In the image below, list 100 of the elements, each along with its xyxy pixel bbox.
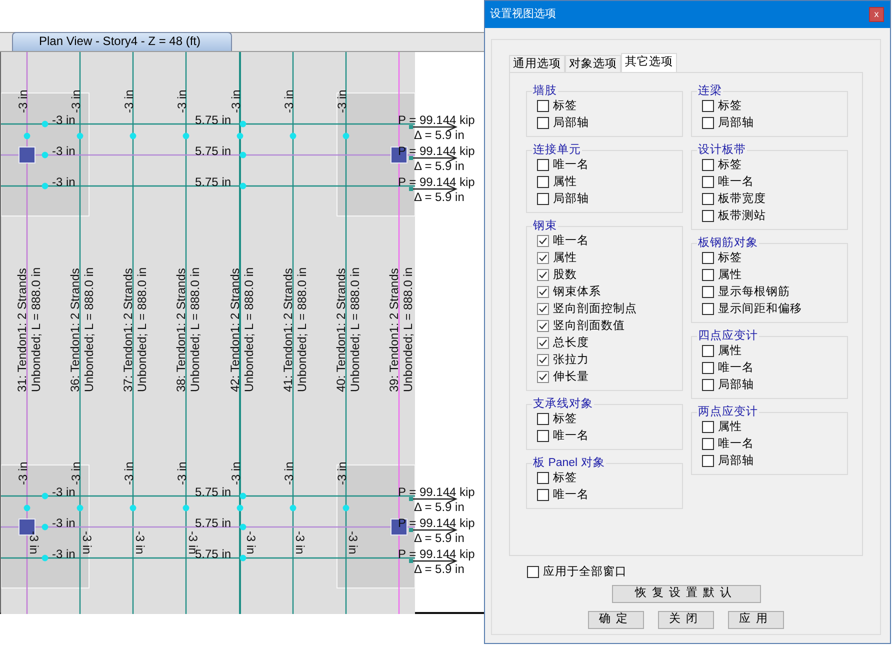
checkbox[interactable] — [537, 235, 549, 248]
checkbox[interactable] — [537, 117, 549, 130]
checkbox[interactable] — [702, 438, 714, 450]
checkbox-label[interactable]: 唯一名 — [718, 360, 754, 378]
checkbox-label[interactable]: 局部轴 — [718, 376, 754, 394]
group-title: 钢束 — [532, 220, 558, 233]
checkbox-label[interactable]: 唯一名 — [553, 156, 589, 174]
tab[interactable]: 其它选项 — [621, 52, 677, 72]
checkbox-label[interactable]: 标签 — [553, 98, 577, 116]
checkbox[interactable] — [702, 421, 714, 434]
checkbox-label[interactable]: 应用于全部窗口 — [543, 564, 627, 582]
node-marker — [342, 132, 350, 140]
checkbox[interactable] — [537, 159, 549, 172]
checkbox[interactable] — [702, 455, 714, 468]
checkbox[interactable] — [537, 430, 549, 442]
checkbox[interactable] — [537, 100, 549, 112]
offset-label: -3 in — [16, 90, 30, 113]
checkbox-label[interactable]: 属性 — [718, 342, 742, 360]
checkbox-label[interactable]: 竖向剖面控制点 — [553, 300, 637, 318]
checkbox[interactable] — [537, 269, 549, 282]
tendon-label: Unbonded; L = 888.0 in — [82, 267, 96, 392]
checkbox-label[interactable]: 总长度 — [553, 334, 589, 352]
checkbox[interactable] — [537, 320, 549, 332]
checkbox-label[interactable]: 显示间距和偏移 — [718, 300, 802, 318]
checkbox-label[interactable]: 属性 — [718, 266, 742, 284]
node-marker — [240, 524, 246, 530]
checkbox-label[interactable]: 局部轴 — [553, 114, 589, 132]
offset-label: -3 in — [282, 90, 296, 113]
checkbox-label[interactable]: 标签 — [718, 250, 742, 268]
checkbox-label[interactable]: 标签 — [553, 410, 577, 428]
checkbox-label[interactable]: 竖向剖面数值 — [553, 318, 625, 336]
checkbox-label[interactable]: 属性 — [718, 418, 742, 436]
offset-label: -3 in — [346, 531, 360, 554]
tab[interactable]: 通用选项 — [509, 54, 565, 72]
checkbox[interactable] — [537, 252, 549, 264]
checkbox[interactable] — [702, 117, 714, 130]
offset-label: -3 in — [335, 462, 349, 485]
checkbox-label[interactable]: 张拉力 — [553, 352, 589, 370]
checkbox-label[interactable]: 股数 — [553, 266, 577, 284]
dialog-button[interactable]: 应用 — [728, 610, 784, 629]
checkbox[interactable] — [537, 193, 549, 206]
view-tab[interactable]: Plan View - Story4 - Z = 48 (ft) — [12, 32, 232, 51]
group-title: 板 Panel 对象 — [532, 456, 606, 470]
checkbox-label[interactable]: 标签 — [718, 156, 742, 174]
checkbox[interactable] — [537, 303, 549, 316]
checkbox[interactable] — [702, 303, 714, 316]
checkbox-label[interactable]: 唯一名 — [553, 428, 589, 446]
dialog-button[interactable]: 关闭 — [658, 610, 714, 629]
checkbox-label[interactable]: 标签 — [553, 470, 577, 488]
checkbox-label[interactable]: 属性 — [553, 250, 577, 268]
group-title: 支承线对象 — [532, 398, 594, 411]
checkbox[interactable] — [537, 472, 549, 484]
checkbox[interactable] — [702, 252, 714, 264]
checkbox-label[interactable]: 唯一名 — [553, 232, 589, 250]
checkbox[interactable] — [702, 379, 714, 392]
checkbox-label[interactable]: 局部轴 — [718, 452, 754, 470]
checkbox-label[interactable]: 钢束体系 — [553, 284, 601, 302]
offset-label: -3 in — [133, 531, 147, 554]
checkbox[interactable] — [702, 286, 714, 298]
checkbox[interactable] — [702, 362, 714, 374]
checkbox-label[interactable]: 标签 — [718, 98, 742, 116]
reset-defaults-button[interactable]: 恢复设置默认 — [612, 584, 760, 603]
checkbox[interactable] — [537, 337, 549, 350]
group-title: 两点应变计 — [697, 406, 759, 419]
checkbox-label[interactable]: 板带宽度 — [718, 190, 766, 208]
checkbox[interactable] — [702, 193, 714, 206]
checkbox-label[interactable]: 局部轴 — [553, 190, 589, 208]
force-label: P = 99.144 kip — [398, 547, 475, 561]
offset-label: -3 in — [52, 547, 76, 561]
checkbox[interactable] — [537, 176, 549, 188]
checkbox[interactable] — [537, 371, 549, 384]
checkbox-label[interactable]: 属性 — [553, 174, 577, 192]
tab[interactable]: 对象选项 — [565, 54, 621, 72]
checkbox[interactable] — [702, 269, 714, 282]
checkbox[interactable] — [702, 210, 714, 222]
checkbox[interactable] — [702, 345, 714, 358]
checkbox-label[interactable]: 伸长量 — [553, 368, 589, 386]
checkbox-label[interactable]: 局部轴 — [718, 114, 754, 132]
tendon-label: 38: Tendon1: 2 Strands — [174, 268, 188, 392]
dialog-button[interactable]: 确定 — [588, 610, 644, 629]
checkbox[interactable] — [537, 354, 549, 366]
checkbox[interactable] — [527, 566, 539, 578]
tendon-label: Unbonded; L = 888.0 in — [29, 267, 43, 392]
force-label: P = 99.144 kip — [398, 516, 475, 530]
node-marker — [236, 132, 244, 140]
checkbox[interactable] — [702, 159, 714, 172]
checkbox-label[interactable]: 唯一名 — [718, 436, 754, 454]
close-button[interactable]: x — [869, 6, 884, 22]
checkbox[interactable] — [537, 489, 549, 502]
checkbox[interactable] — [537, 286, 549, 298]
force-label: P = 99.144 kip — [398, 144, 475, 158]
tendon-label: 42: Tendon1: 2 Strands — [228, 268, 242, 392]
checkbox-label[interactable]: 显示每根钢筋 — [718, 284, 790, 302]
checkbox-label[interactable]: 板带测站 — [718, 208, 766, 226]
checkbox-label[interactable]: 唯一名 — [718, 174, 754, 192]
checkbox[interactable] — [537, 413, 549, 426]
checkbox[interactable] — [702, 176, 714, 188]
checkbox[interactable] — [702, 100, 714, 112]
tendon-label: Unbonded; L = 888.0 in — [135, 267, 149, 392]
checkbox-label[interactable]: 唯一名 — [553, 486, 589, 504]
